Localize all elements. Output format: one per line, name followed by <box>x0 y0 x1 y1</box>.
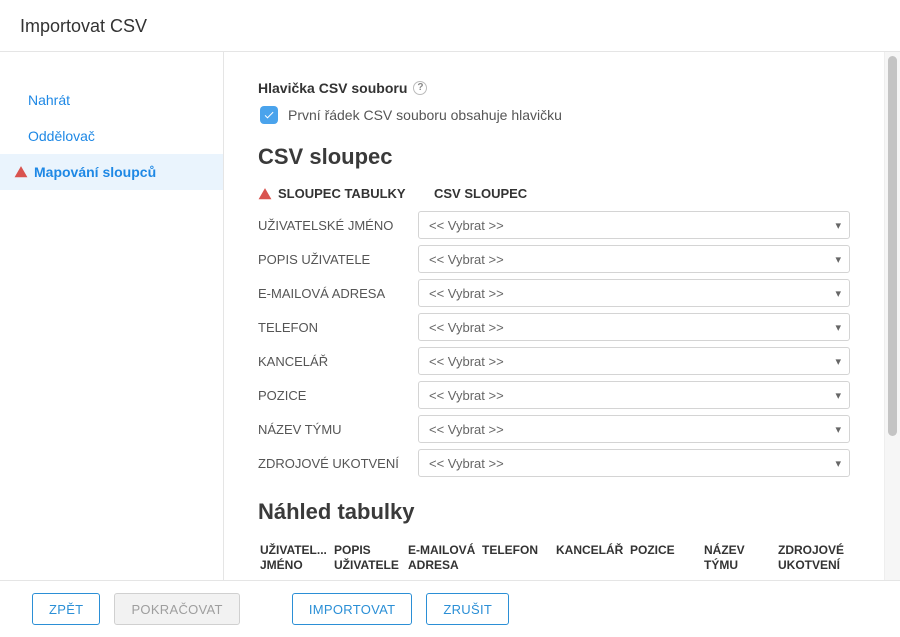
select-placeholder: << Vybrat >> <box>429 252 504 267</box>
csv-column-select[interactable]: << Vybrat >> <box>418 279 850 307</box>
content: Hlavička CSV souboru ? První řádek CSV s… <box>224 52 884 580</box>
back-button[interactable]: ZPĚT <box>32 593 100 625</box>
first-row-header-checkbox[interactable] <box>260 106 278 124</box>
mapping-row: POZICE << Vybrat >> <box>258 381 850 409</box>
preview-col-header: E-MAILOVÁ ADRESA <box>408 543 478 573</box>
csv-column-select[interactable]: << Vybrat >> <box>418 381 850 409</box>
select-placeholder: << Vybrat >> <box>429 456 504 471</box>
scrollbar[interactable] <box>884 52 900 580</box>
header-section-title: Hlavička CSV souboru ? <box>258 80 850 96</box>
select-placeholder: << Vybrat >> <box>429 286 504 301</box>
sidebar-item-label: Mapování sloupců <box>34 164 156 180</box>
mapping-row: POPIS UŽIVATELE << Vybrat >> <box>258 245 850 273</box>
csv-column-select[interactable]: << Vybrat >> <box>418 415 850 443</box>
page-title: Importovat CSV <box>0 0 900 52</box>
mapping-row: E-MAILOVÁ ADRESA << Vybrat >> <box>258 279 850 307</box>
warning-icon <box>14 165 28 179</box>
mapping-row-label: ZDROJOVÉ UKOTVENÍ <box>258 456 418 471</box>
import-csv-window: Importovat CSV Nahrát Oddělovač Mapování… <box>0 0 900 637</box>
mapping-rows: UŽIVATELSKÉ JMÉNO << Vybrat >> POPIS UŽI… <box>258 211 850 477</box>
csv-column-select[interactable]: << Vybrat >> <box>418 449 850 477</box>
mapping-row: KANCELÁŘ << Vybrat >> <box>258 347 850 375</box>
mapping-row-label: TELEFON <box>258 320 418 335</box>
mapping-row: UŽIVATELSKÉ JMÉNO << Vybrat >> <box>258 211 850 239</box>
cancel-button[interactable]: ZRUŠIT <box>426 593 509 625</box>
select-placeholder: << Vybrat >> <box>429 218 504 233</box>
mapping-row: TELEFON << Vybrat >> <box>258 313 850 341</box>
csv-column-select[interactable]: << Vybrat >> <box>418 313 850 341</box>
preview-col-header: TELEFON <box>482 543 552 573</box>
preview-col-header: ZDROJOVÉ UKOTVENÍ <box>778 543 848 573</box>
warning-icon <box>258 187 272 201</box>
preview-col-header: POZICE <box>630 543 700 573</box>
sidebar-item-delimiter[interactable]: Oddělovač <box>0 118 223 154</box>
preview-col-header: KANCELÁŘ <box>556 543 626 573</box>
mapping-row-label: POZICE <box>258 388 418 403</box>
wizard-sidebar: Nahrát Oddělovač Mapování sloupců <box>0 52 224 580</box>
mapping-row: NÁZEV TÝMU << Vybrat >> <box>258 415 850 443</box>
mapping-table-header: SLOUPEC TABULKY CSV SLOUPEC <box>258 186 850 201</box>
preview-heading: Náhled tabulky <box>258 499 850 525</box>
mapping-row-label: POPIS UŽIVATELE <box>258 252 418 267</box>
csv-column-select[interactable]: << Vybrat >> <box>418 245 850 273</box>
sidebar-item-label: Oddělovač <box>28 128 95 144</box>
mapping-header-table-column: SLOUPEC TABULKY <box>278 186 428 201</box>
wizard-footer: ZPĚT POKRAČOVAT IMPORTOVAT ZRUŠIT <box>0 580 900 637</box>
sidebar-item-column-mapping[interactable]: Mapování sloupců <box>0 154 223 190</box>
mapping-row-label: NÁZEV TÝMU <box>258 422 418 437</box>
mapping-row: ZDROJOVÉ UKOTVENÍ << Vybrat >> <box>258 449 850 477</box>
preview-col-header: NÁZEV TÝMU <box>704 543 774 573</box>
mapping-header-csv-column: CSV SLOUPEC <box>434 186 527 201</box>
select-placeholder: << Vybrat >> <box>429 354 504 369</box>
content-wrap: Hlavička CSV souboru ? První řádek CSV s… <box>224 52 900 580</box>
continue-button: POKRAČOVAT <box>114 593 239 625</box>
body: Nahrát Oddělovač Mapování sloupců Hlavič… <box>0 52 900 580</box>
select-placeholder: << Vybrat >> <box>429 388 504 403</box>
mapping-row-label: UŽIVATELSKÉ JMÉNO <box>258 218 418 233</box>
mapping-row-label: KANCELÁŘ <box>258 354 418 369</box>
preview-table-header: UŽIVATEL... JMÉNO POPIS UŽIVATELE E-MAIL… <box>258 539 850 577</box>
first-row-header-label: První řádek CSV souboru obsahuje hlavičk… <box>288 107 562 123</box>
mapping-row-label: E-MAILOVÁ ADRESA <box>258 286 418 301</box>
import-button[interactable]: IMPORTOVAT <box>292 593 413 625</box>
select-placeholder: << Vybrat >> <box>429 422 504 437</box>
select-placeholder: << Vybrat >> <box>429 320 504 335</box>
sidebar-item-upload[interactable]: Nahrát <box>0 82 223 118</box>
help-icon[interactable]: ? <box>413 81 427 95</box>
preview-col-header: POPIS UŽIVATELE <box>334 543 404 573</box>
csv-column-select[interactable]: << Vybrat >> <box>418 211 850 239</box>
first-row-header-checkbox-row: První řádek CSV souboru obsahuje hlavičk… <box>260 106 850 124</box>
csv-column-heading: CSV sloupec <box>258 144 850 170</box>
preview-col-header: UŽIVATEL... JMÉNO <box>260 543 330 573</box>
scrollbar-thumb[interactable] <box>888 56 897 436</box>
sidebar-item-label: Nahrát <box>28 92 70 108</box>
csv-column-select[interactable]: << Vybrat >> <box>418 347 850 375</box>
header-section-title-text: Hlavička CSV souboru <box>258 80 407 96</box>
